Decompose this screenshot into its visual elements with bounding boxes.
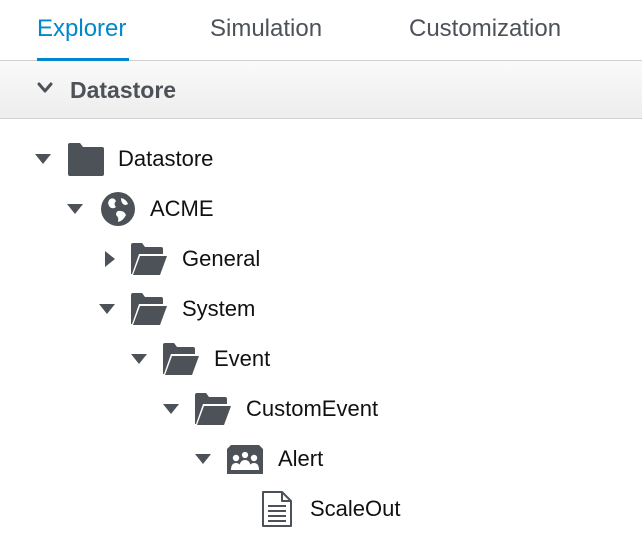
- tree-node-label: CustomEvent: [246, 396, 379, 421]
- tree-node-label: Alert: [278, 446, 324, 471]
- folder-icon: [68, 143, 104, 176]
- accordion-header-datastore[interactable]: Datastore: [0, 61, 642, 119]
- tab-explorer[interactable]: Explorer: [37, 14, 126, 44]
- folder-open-icon: [163, 343, 199, 375]
- accordion-title: Datastore: [70, 77, 177, 103]
- tree-node-alert[interactable]: Alert: [0, 439, 360, 479]
- tree-node-label: ACME: [150, 196, 214, 221]
- caret-down-icon[interactable]: [35, 153, 51, 165]
- caret-right-icon[interactable]: [104, 251, 116, 267]
- tree-node-label: Event: [214, 346, 271, 371]
- caret-down-icon[interactable]: [67, 203, 83, 215]
- folder-open-icon: [195, 393, 231, 425]
- tree-node-event[interactable]: Event: [0, 339, 320, 379]
- tree-node-customevent[interactable]: CustomEvent: [0, 389, 420, 429]
- tree-node-scaleout[interactable]: ScaleOut: [0, 489, 440, 529]
- datastore-tree: Datastore ACME General System Event Cust…: [0, 118, 642, 550]
- tab-customization[interactable]: Customization: [409, 14, 561, 44]
- tree-node-label: System: [182, 296, 256, 321]
- caret-down-icon[interactable]: [131, 353, 147, 365]
- tree-node-general[interactable]: General: [0, 239, 300, 279]
- chevron-down-icon: [37, 82, 53, 93]
- globe-icon: [101, 192, 135, 226]
- caret-down-icon[interactable]: [195, 453, 211, 465]
- tree-node-label: General: [182, 246, 261, 271]
- folder-open-icon: [131, 293, 167, 325]
- caret-down-icon[interactable]: [99, 303, 115, 315]
- tab-bar: Explorer Simulation Customization: [0, 0, 642, 61]
- caret-down-icon[interactable]: [163, 403, 179, 415]
- class-icon: [227, 445, 263, 474]
- tree-node-label: ScaleOut: [310, 496, 401, 521]
- tree-node-acme[interactable]: ACME: [0, 189, 260, 229]
- tree-node-label: Datastore: [118, 146, 214, 171]
- tree-node-datastore[interactable]: Datastore: [0, 139, 260, 179]
- tree-node-system[interactable]: System: [0, 289, 300, 329]
- document-icon: [262, 491, 292, 527]
- folder-open-icon: [131, 243, 167, 275]
- tab-simulation[interactable]: Simulation: [210, 14, 322, 44]
